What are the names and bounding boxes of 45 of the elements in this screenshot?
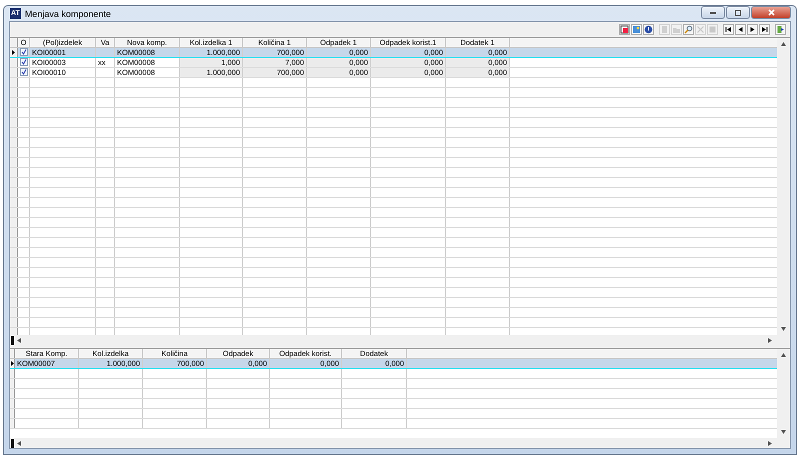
checkbox[interactable] [20,68,28,76]
window-title: Menjava komponente [24,8,111,18]
report-icon [620,25,629,34]
checkbox[interactable] [20,48,28,56]
scroll-right-icon[interactable] [767,338,772,342]
row-pointer-icon [12,50,15,55]
checkbox[interactable] [20,58,28,66]
next-button[interactable] [747,24,758,35]
maximize-icon [735,10,741,16]
scroll-down-icon[interactable] [781,327,786,332]
first-button[interactable] [723,24,734,35]
last-icon [760,25,769,34]
search-icon [684,25,693,34]
close-button[interactable] [751,6,791,19]
exit-button[interactable] [775,24,786,35]
last-button[interactable] [759,24,770,35]
maximize-button[interactable] [726,6,750,19]
first-icon [724,25,733,34]
exit-door-icon [776,25,785,34]
close-icon [696,25,705,34]
next-icon [748,25,757,34]
scroll-down-icon[interactable] [781,430,786,435]
previous-button[interactable] [735,24,746,35]
scroll-right-icon[interactable] [767,440,772,446]
row-header[interactable] [10,359,15,368]
scrollbar-thumb[interactable] [11,438,14,448]
folder-icon [672,25,681,34]
scroll-up-icon[interactable] [781,352,786,357]
square-icon [708,25,717,34]
scroll-up-icon[interactable] [781,41,786,46]
help-button[interactable] [643,24,654,35]
row-header[interactable] [10,48,18,57]
search-button[interactable] [683,24,694,35]
scrollbar-thumb[interactable] [11,336,14,344]
report-button[interactable] [619,24,630,35]
scroll-left-icon[interactable] [17,338,22,342]
page-icon [660,25,669,34]
minimize-button[interactable] [701,6,725,19]
close-icon [768,9,774,16]
minimize-icon [710,12,716,14]
scroll-left-icon[interactable] [17,440,22,446]
picture-icon [632,25,641,34]
help-icon [644,25,653,34]
row-pointer-icon [10,361,14,366]
previous-icon [736,25,745,34]
